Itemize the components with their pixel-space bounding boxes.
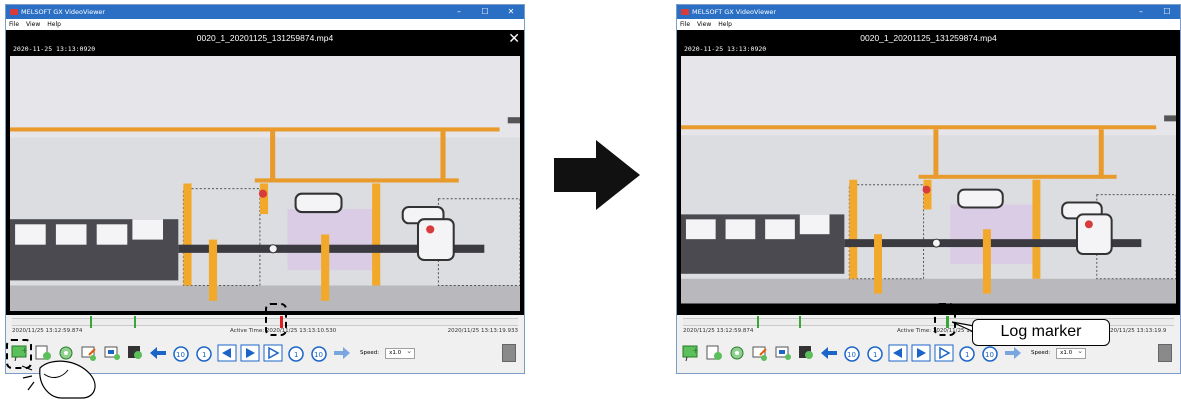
menu-view[interactable]: View xyxy=(26,19,40,30)
settings-icon[interactable] xyxy=(727,343,747,363)
video-timestamp: 2020-11-25 13:13:0920 xyxy=(13,45,96,53)
play-button[interactable] xyxy=(240,343,260,363)
marker-list-button[interactable] xyxy=(704,343,724,363)
rewind-1-icon[interactable]: 1 xyxy=(194,343,214,363)
add-log-marker-button[interactable]: + xyxy=(681,343,701,363)
start-time: 2020/11/25 13:12:59.874 xyxy=(683,328,754,334)
maximize-button[interactable]: ☐ xyxy=(1154,5,1180,19)
app-icon xyxy=(10,9,18,15)
stop-button[interactable] xyxy=(1158,344,1172,362)
video-panel: 0020_1_20201125_131259874.mp4 2020-11-25… xyxy=(677,30,1180,315)
menu-file[interactable]: File xyxy=(680,19,690,30)
rewind-10-icon[interactable]: 10 xyxy=(842,343,862,363)
minimize-button[interactable]: – xyxy=(446,5,472,19)
end-time: 2020/11/25 13:13:19.933 xyxy=(447,328,518,334)
callout-pointer xyxy=(952,321,974,333)
app-title: MELSOFT GX VideoViewer xyxy=(21,8,106,16)
play-button[interactable] xyxy=(911,343,931,363)
forward-10-icon[interactable]: 10 xyxy=(980,343,1000,363)
marker-search-button[interactable] xyxy=(796,343,816,363)
rewind-1-icon[interactable]: 1 xyxy=(865,343,885,363)
edit-marker-button[interactable] xyxy=(750,343,770,363)
rewind-10-icon[interactable]: 10 xyxy=(171,343,191,363)
title-bar: MELSOFT GX VideoViewer – ☐ ✕ xyxy=(6,5,524,19)
stop-button[interactable] xyxy=(502,344,516,362)
svg-text:1: 1 xyxy=(294,351,298,359)
video-panel: 0020_1_20201125_131259874.mp4 2020-11-25… xyxy=(6,30,524,315)
video-filename: 0020_1_20201125_131259874.mp4 xyxy=(196,33,334,43)
mouse-click-icon xyxy=(21,360,96,399)
log-marker[interactable] xyxy=(90,316,92,328)
menu-view[interactable]: View xyxy=(697,19,711,30)
app-title: MELSOFT GX VideoViewer xyxy=(692,8,777,16)
maximize-button[interactable]: ☐ xyxy=(472,5,498,19)
app-icon xyxy=(681,9,689,15)
playhead-highlight xyxy=(265,303,287,336)
minimize-button[interactable]: – xyxy=(1128,5,1154,19)
start-time: 2020/11/25 13:12:59.874 xyxy=(12,328,83,334)
svg-text:1: 1 xyxy=(202,351,206,359)
log-marker[interactable] xyxy=(799,316,801,328)
speed-select[interactable]: x1.0 xyxy=(385,347,416,359)
menu-bar: File View Help xyxy=(6,19,524,30)
forward-1-icon[interactable]: 1 xyxy=(957,343,977,363)
step-back-button[interactable] xyxy=(217,343,237,363)
menu-file[interactable]: File xyxy=(9,19,19,30)
step-forward-button[interactable] xyxy=(934,343,954,363)
forward-10-icon[interactable]: 10 xyxy=(309,343,329,363)
log-marker[interactable] xyxy=(134,316,136,328)
svg-text:10: 10 xyxy=(176,351,185,359)
next-marker-button[interactable] xyxy=(1003,343,1023,363)
right-arrow-icon xyxy=(554,140,640,210)
video-timestamp: 2020-11-25 13:13:0920 xyxy=(684,45,767,53)
video-filename: 0020_1_20201125_131259874.mp4 xyxy=(860,33,997,43)
svg-text:1: 1 xyxy=(873,351,877,359)
video-close-icon[interactable]: ✕ xyxy=(508,32,520,46)
log-marker-callout: Log marker xyxy=(972,319,1110,346)
marker-export-button[interactable] xyxy=(773,343,793,363)
speed-label: Speed: xyxy=(1031,350,1051,356)
log-marker[interactable] xyxy=(757,316,759,328)
svg-text:+: + xyxy=(692,346,699,355)
speed-label: Speed: xyxy=(360,350,380,356)
step-back-button[interactable] xyxy=(888,343,908,363)
step-forward-button[interactable] xyxy=(263,343,283,363)
forward-1-icon[interactable]: 1 xyxy=(286,343,306,363)
stage: MELSOFT GX VideoViewer – ☐ ✕ File View Hel… xyxy=(0,0,1181,399)
factory-scene-image xyxy=(681,56,1176,304)
svg-text:10: 10 xyxy=(847,351,856,359)
speed-select[interactable]: x1.0 xyxy=(1056,347,1087,359)
menu-bar: File View Help xyxy=(677,19,1180,30)
title-bar: MELSOFT GX VideoViewer – ☐ xyxy=(677,5,1180,19)
marker-search-button[interactable] xyxy=(125,343,145,363)
factory-scene-image xyxy=(10,56,520,311)
svg-text:10: 10 xyxy=(985,351,994,359)
end-time: 2020/11/25 13:13:19.9 xyxy=(1103,328,1167,334)
menu-help[interactable]: Help xyxy=(718,19,732,30)
previous-marker-button[interactable] xyxy=(819,343,839,363)
close-button[interactable]: ✕ xyxy=(498,5,524,19)
next-marker-button[interactable] xyxy=(332,343,352,363)
svg-text:1: 1 xyxy=(965,351,969,359)
svg-text:10: 10 xyxy=(314,351,323,359)
previous-marker-button[interactable] xyxy=(148,343,168,363)
menu-help[interactable]: Help xyxy=(47,19,61,30)
